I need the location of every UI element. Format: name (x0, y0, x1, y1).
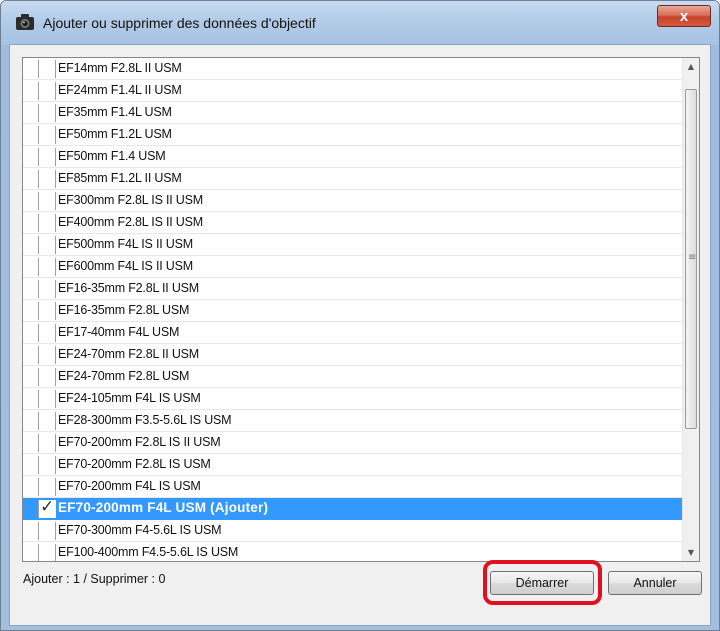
list-item[interactable]: EF14mm F2.8L II USM (23, 58, 682, 80)
lens-name: EF50mm F1.4 USM (58, 149, 166, 163)
list-item[interactable]: EF24-105mm F4L IS USM (23, 388, 682, 410)
item-checkbox[interactable] (38, 126, 56, 144)
item-checkbox[interactable] (38, 170, 56, 188)
item-checkbox[interactable] (38, 82, 56, 100)
lens-name: EF35mm F1.4L USM (58, 105, 172, 119)
lens-name: EF50mm F1.2L USM (58, 127, 172, 141)
list-item[interactable]: EF600mm F4L IS II USM (23, 256, 682, 278)
list-item[interactable]: EF24-70mm F2.8L USM (23, 366, 682, 388)
list-item[interactable]: EF50mm F1.4 USM (23, 146, 682, 168)
list-item[interactable]: EF24mm F1.4L II USM (23, 80, 682, 102)
item-checkbox[interactable] (38, 214, 56, 232)
list-item[interactable]: EF28-300mm F3.5-5.6L IS USM (23, 410, 682, 432)
list-item[interactable]: EF70-200mm F2.8L IS USM (23, 454, 682, 476)
item-checkbox[interactable] (38, 324, 56, 342)
lens-name: EF70-200mm F2.8L IS II USM (58, 435, 221, 449)
cancel-button[interactable]: Annuler (608, 571, 702, 595)
item-checkbox[interactable] (38, 412, 56, 430)
list-item[interactable]: EF17-40mm F4L USM (23, 322, 682, 344)
item-checkbox[interactable] (38, 456, 56, 474)
lens-name: EF600mm F4L IS II USM (58, 259, 193, 273)
list-item[interactable]: EF70-200mm F4L IS USM (23, 476, 682, 498)
camera-icon (15, 13, 35, 31)
list-item[interactable]: EF16-35mm F2.8L II USM (23, 278, 682, 300)
lens-name: EF100-400mm F4.5-5.6L IS USM (58, 545, 239, 559)
item-checkbox[interactable] (38, 60, 56, 78)
lens-name: EF24-70mm F2.8L II USM (58, 347, 200, 361)
lens-name: EF16-35mm F2.8L II USM (58, 281, 200, 295)
dialog-client-area: EF14mm F2.8L II USM EF24mm F1.4L II USM EF… (9, 44, 711, 626)
lens-name: EF24-70mm F2.8L USM (58, 369, 190, 383)
list-item[interactable]: EF400mm F2.8L IS II USM (23, 212, 682, 234)
arrow-down-icon[interactable]: ▼ (683, 544, 699, 561)
lens-name: EF24-105mm F4L IS USM (58, 391, 201, 405)
lens-list-rows: EF14mm F2.8L II USM EF24mm F1.4L II USM EF… (23, 58, 682, 561)
title-bar[interactable]: Ajouter ou supprimer des données d'objec… (1, 1, 719, 45)
item-checkbox[interactable] (38, 148, 56, 166)
item-checkbox[interactable] (38, 192, 56, 210)
list-item[interactable]: EF500mm F4L IS II USM (23, 234, 682, 256)
item-checkbox[interactable] (38, 302, 56, 320)
status-text: Ajouter : 1 / Supprimer : 0 (23, 572, 166, 586)
item-checkbox[interactable] (38, 390, 56, 408)
item-checkbox[interactable] (38, 280, 56, 298)
list-item[interactable]: EF100-400mm F4.5-5.6L IS USM (23, 542, 682, 561)
checkmark-icon: ✓ (40, 497, 55, 517)
grip-icon: ≡ (688, 252, 697, 263)
close-button[interactable]: x (657, 5, 711, 27)
item-checkbox[interactable] (38, 478, 56, 496)
lens-name: EF70-200mm F2.8L IS USM (58, 457, 211, 471)
item-checkbox[interactable] (38, 346, 56, 364)
list-item[interactable]: EF70-200mm F2.8L IS II USM (23, 432, 682, 454)
item-checkbox[interactable] (38, 104, 56, 122)
list-item[interactable]: EF16-35mm F2.8L USM (23, 300, 682, 322)
list-item[interactable]: EF300mm F2.8L IS II USM (23, 190, 682, 212)
item-checkbox[interactable] (38, 522, 56, 540)
item-checkbox[interactable] (38, 368, 56, 386)
list-item[interactable]: EF70-300mm F4-5.6L IS USM (23, 520, 682, 542)
lens-name: EF70-300mm F4-5.6L IS USM (58, 523, 222, 537)
lens-name: EF70-200mm F4L IS USM (58, 479, 201, 493)
lens-name: EF500mm F4L IS II USM (58, 237, 193, 251)
list-item[interactable]: ✓ EF70-200mm F4L USM (Ajouter) (23, 497, 682, 520)
list-item[interactable]: EF35mm F1.4L USM (23, 102, 682, 124)
lens-name: EF14mm F2.8L II USM (58, 61, 182, 75)
arrow-up-icon[interactable]: ▲ (683, 58, 699, 75)
list-item[interactable]: EF24-70mm F2.8L II USM (23, 344, 682, 366)
vertical-scrollbar[interactable]: ▲ ≡ ▼ (682, 58, 699, 561)
lens-name: EF28-300mm F3.5-5.6L IS USM (58, 413, 232, 427)
lens-name: EF85mm F1.2L II USM (58, 171, 182, 185)
lens-name: EF16-35mm F2.8L USM (58, 303, 190, 317)
window-title: Ajouter ou supprimer des données d'objec… (43, 15, 316, 31)
item-checkbox[interactable] (38, 258, 56, 276)
item-checkbox[interactable]: ✓ (38, 497, 56, 518)
start-button[interactable]: Démarrer (490, 571, 594, 595)
lens-name: EF24mm F1.4L II USM (58, 83, 182, 97)
list-item[interactable]: EF50mm F1.2L USM (23, 124, 682, 146)
item-checkbox[interactable] (38, 544, 56, 561)
lens-name: EF17-40mm F4L USM (58, 325, 180, 339)
dialog-window: Ajouter ou supprimer des données d'objec… (0, 0, 720, 631)
lens-list[interactable]: EF14mm F2.8L II USM EF24mm F1.4L II USM EF… (22, 57, 700, 562)
item-checkbox[interactable] (38, 236, 56, 254)
lens-name: EF70-200mm F4L USM (Ajouter) (58, 500, 269, 515)
item-checkbox[interactable] (38, 434, 56, 452)
scrollbar-thumb[interactable]: ≡ (685, 89, 697, 429)
lens-name: EF400mm F2.8L IS II USM (58, 215, 203, 229)
lens-name: EF300mm F2.8L IS II USM (58, 193, 203, 207)
list-item[interactable]: EF85mm F1.2L II USM (23, 168, 682, 190)
